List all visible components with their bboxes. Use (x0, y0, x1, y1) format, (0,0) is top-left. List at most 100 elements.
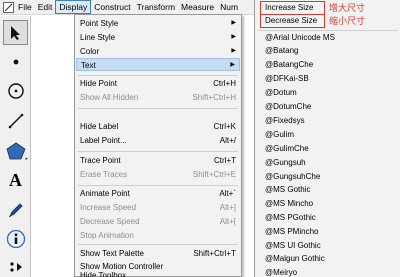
arrow-select-tool[interactable] (3, 20, 28, 45)
decrease-size-annotation: 缩小尺寸 (329, 16, 366, 26)
menu-item-show-all-hidden[interactable]: Show All Hidden Shift+Ctrl+H (76, 91, 240, 104)
toolbox: ▸ A (0, 16, 31, 277)
submenu-arrow-icon: ▶ (231, 48, 236, 54)
menu-separator (78, 108, 238, 109)
menu-item-shortcut: Ctrl+T (214, 156, 236, 165)
increase-size-annotation: 增大尺寸 (329, 3, 366, 13)
menu-item-label: Animate Point (80, 189, 130, 198)
menu-construct[interactable]: Construct (91, 0, 133, 14)
menu-measure[interactable]: Measure (178, 0, 217, 14)
polygon-icon (6, 142, 25, 159)
circle-icon (7, 82, 24, 99)
menu-item-label: Text (81, 61, 96, 70)
menu-item-stop-animation[interactable]: Stop Animation (76, 229, 240, 242)
app-icon[interactable] (1, 1, 15, 14)
menu-item-show-text-palette[interactable]: Show Text Palette Shift+Ctrl+T (76, 247, 240, 260)
menu-item-shortcut: Alt+/ (219, 136, 236, 145)
point-tool[interactable] (3, 49, 28, 74)
menu-item-label: Erase Traces (80, 170, 128, 179)
menu-item-label: Hide Label (80, 122, 119, 131)
menu-item-label: Hide Toolbox (80, 271, 127, 277)
decrease-size-item[interactable]: Decrease Size (260, 14, 325, 28)
increase-size-item[interactable]: Increase Size (260, 1, 325, 15)
menu-item-animate-point[interactable]: Animate Point Alt+` (76, 187, 240, 200)
compass-tool[interactable] (3, 78, 28, 103)
point-icon (13, 59, 18, 64)
menu-item-shortcut: Shift+Ctrl+E (192, 170, 236, 179)
text-tool[interactable]: A (3, 168, 28, 193)
menu-item-label: Trace Point (80, 156, 121, 165)
menu-item-shortcut: Ctrl+H (213, 79, 236, 88)
menu-item-decrease-speed[interactable]: Decrease Speed Alt+[ (76, 215, 240, 228)
menu-item-label: Color (80, 47, 100, 56)
font-item[interactable]: @Gulim (265, 128, 294, 141)
menu-item-shortcut: Alt+` (219, 189, 236, 198)
menu-number[interactable]: Num (217, 0, 241, 14)
menu-item-hide-point[interactable]: Hide Point Ctrl+H (76, 77, 240, 90)
font-item[interactable]: @MS Mincho (265, 197, 313, 210)
submenu-arrow-icon: ▶ (231, 20, 236, 26)
menu-item-trace-point[interactable]: Trace Point Ctrl+T (76, 154, 240, 167)
menu-item-increase-speed[interactable]: Increase Speed Alt+] (76, 201, 240, 214)
menu-separator (78, 151, 238, 152)
menu-item-label: Show Text Palette (80, 249, 144, 258)
font-item[interactable]: @Batang (265, 44, 298, 57)
menu-item-label: Stop Animation (80, 231, 134, 240)
letter-a-icon: A (9, 170, 22, 190)
menu-item-label: Point Style (80, 19, 119, 28)
menu-item-label: Decrease Speed (80, 217, 140, 226)
font-item[interactable]: @GungsuhChe (265, 170, 320, 183)
menu-item-shortcut: Ctrl+K (213, 122, 236, 131)
menu-separator (78, 185, 238, 186)
font-item[interactable]: @MS PGothic (265, 211, 316, 224)
marker-pen-icon (8, 202, 23, 217)
submenu-arrow-icon: ▶ (231, 34, 236, 40)
line-segment-icon (8, 113, 23, 128)
font-item[interactable]: @MS PMincho (265, 225, 318, 238)
menu-separator (78, 75, 238, 76)
menu-item-point-style[interactable]: Point Style ▶ (76, 17, 240, 30)
marker-tool[interactable] (3, 197, 28, 222)
info-icon (6, 229, 25, 248)
text-submenu: Increase Size 增大尺寸 Decrease Size 缩小尺寸 @A… (254, 0, 400, 277)
menu-item-label: Line Style (80, 33, 116, 42)
menu-item-line-style[interactable]: Line Style ▶ (76, 31, 240, 44)
custom-tools-icon (9, 261, 22, 272)
menu-item-hide-toolbox[interactable]: Hide Toolbox (76, 271, 240, 277)
font-item[interactable]: @Dotum (265, 86, 297, 99)
font-item[interactable]: @BatangChe (265, 58, 313, 71)
menu-item-color[interactable]: Color ▶ (76, 45, 240, 58)
font-item[interactable]: @Meiryo (265, 266, 297, 277)
menu-item-label: Label Point... (80, 136, 127, 145)
font-item[interactable]: @DFKai-SB (265, 72, 309, 85)
menu-item-hide-label[interactable]: Hide Label Ctrl+K (76, 120, 240, 133)
font-item[interactable]: @GulimChe (265, 142, 309, 155)
increase-size-label: Increase Size (265, 3, 314, 12)
font-item[interactable]: @Arial Unicode MS (265, 31, 335, 44)
custom-tool[interactable] (3, 254, 28, 277)
font-item[interactable]: @Fixedsys (265, 114, 305, 127)
menu-item-label: Increase Speed (80, 203, 137, 212)
font-item[interactable]: @DotumChe (265, 100, 311, 113)
arrow-icon (10, 25, 20, 40)
menu-item-label-point[interactable]: Label Point... Alt+/ (76, 134, 240, 147)
menu-display[interactable]: Display (55, 0, 92, 14)
information-tool[interactable] (3, 226, 28, 251)
menu-file[interactable]: File (15, 0, 35, 14)
font-item[interactable]: @MS UI Gothic (265, 239, 321, 252)
menu-transform[interactable]: Transform (134, 0, 178, 14)
font-item[interactable]: @Gungsuh (265, 156, 306, 169)
menu-edit[interactable]: Edit (35, 0, 56, 14)
polygon-tool[interactable]: ▸ (3, 138, 28, 163)
menu-separator (78, 244, 238, 245)
menu-item-text[interactable]: Text ▶ (76, 58, 240, 71)
straightedge-tool[interactable] (3, 108, 28, 133)
font-item[interactable]: @Malgun Gothic (265, 252, 325, 265)
menu-item-label: Hide Point (80, 79, 117, 88)
menu-item-erase-traces[interactable]: Erase Traces Shift+Ctrl+E (76, 168, 240, 181)
menu-item-shortcut: Alt+[ (219, 217, 236, 226)
display-menu-dropdown: Point Style ▶ Line Style ▶ Color ▶ Text … (74, 14, 242, 277)
decrease-size-label: Decrease Size (265, 16, 318, 25)
font-item[interactable]: @MS Gothic (265, 183, 310, 196)
menu-item-shortcut: Alt+] (219, 203, 236, 212)
